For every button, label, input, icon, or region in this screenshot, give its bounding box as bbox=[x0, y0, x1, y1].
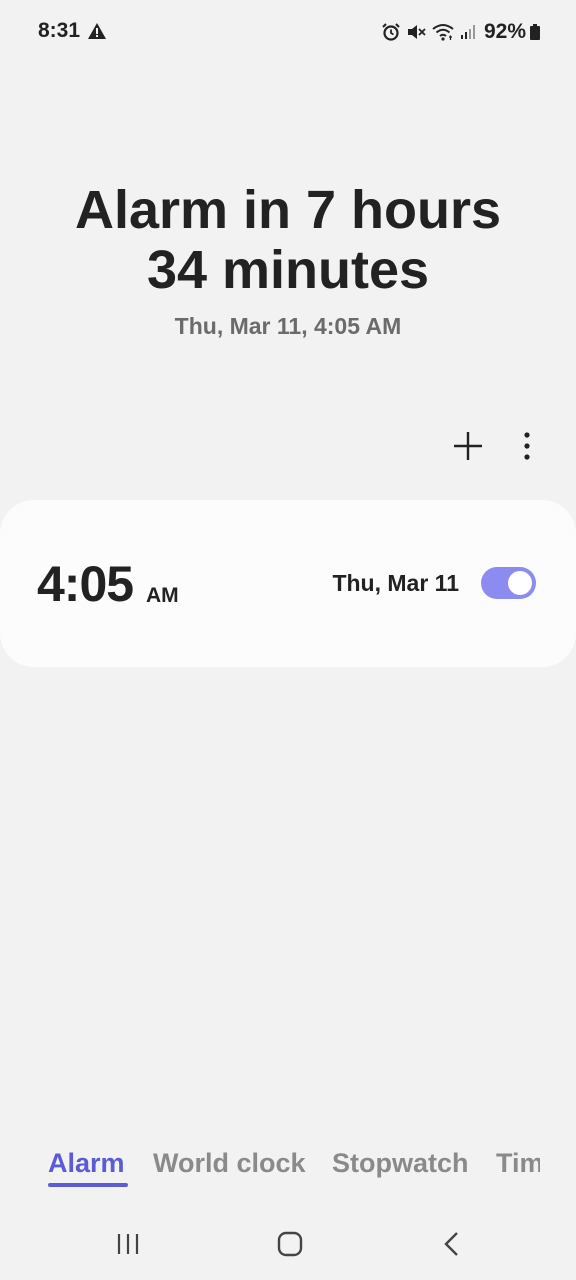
active-tab-indicator bbox=[48, 1183, 128, 1187]
battery-percent: 92% bbox=[483, 20, 526, 43]
more-vert-icon[interactable] bbox=[512, 428, 542, 464]
alarm-toggle[interactable] bbox=[481, 567, 536, 599]
status-bar: 8:31 92% bbox=[0, 0, 576, 64]
mute-icon bbox=[407, 25, 426, 39]
wifi-icon bbox=[432, 24, 454, 41]
bottom-tabs: Alarm World clock Stopwatch Timer bbox=[0, 1140, 540, 1200]
battery-icon bbox=[530, 24, 540, 40]
status-icons: 92% bbox=[376, 19, 540, 45]
add-icon[interactable] bbox=[450, 428, 486, 464]
headline-line-1: Alarm in 7 hours bbox=[74, 180, 502, 240]
system-navbar bbox=[0, 1210, 576, 1280]
status-time: 8:31 bbox=[38, 19, 81, 42]
tab-world-clock[interactable]: World clock bbox=[153, 1148, 306, 1179]
clock-app-screen: 8:31 92% Alarm in 7 hours 34 minutes Thu… bbox=[0, 0, 576, 1280]
alarm-ampm: AM bbox=[146, 584, 179, 607]
toggle-knob bbox=[506, 569, 534, 597]
signal-icon bbox=[460, 25, 475, 39]
alarm-time: 4:05 bbox=[37, 556, 134, 612]
tab-alarm[interactable]: Alarm bbox=[48, 1148, 125, 1179]
back-icon[interactable] bbox=[432, 1228, 472, 1260]
alarm-item[interactable]: 4:05 AM Thu, Mar 11 bbox=[0, 500, 576, 667]
next-alarm-headline: Alarm in 7 hours 34 minutes bbox=[0, 180, 576, 300]
alarm-date: Thu, Mar 11 bbox=[332, 570, 459, 596]
tab-stopwatch[interactable]: Stopwatch bbox=[332, 1148, 469, 1179]
alarm-clock-icon bbox=[382, 23, 400, 41]
recent-apps-icon[interactable] bbox=[108, 1228, 148, 1260]
headline-line-2: 34 minutes bbox=[146, 240, 430, 300]
next-alarm-datetime: Thu, Mar 11, 4:05 AM bbox=[174, 313, 402, 339]
home-icon[interactable] bbox=[270, 1228, 310, 1260]
tab-timer[interactable]: Timer bbox=[496, 1148, 540, 1179]
warning-icon bbox=[88, 23, 106, 39]
